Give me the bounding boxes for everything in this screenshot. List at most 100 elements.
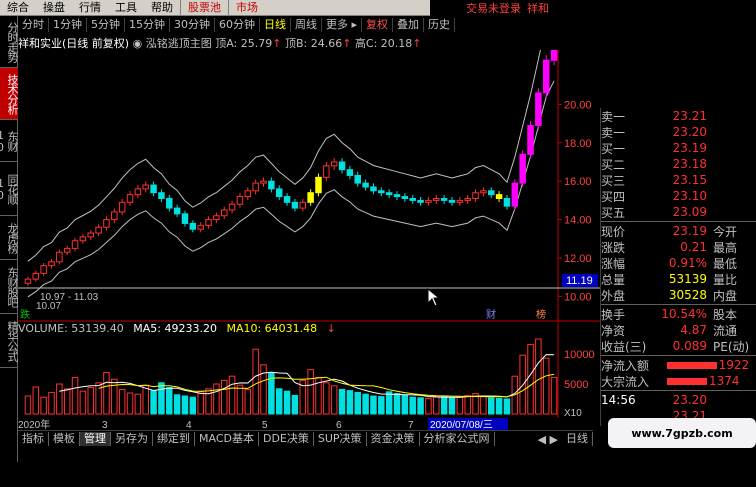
kline-grid	[557, 50, 562, 320]
period-more[interactable]: 更多 ▸	[322, 18, 363, 32]
fund-flows: 净流入额 1922 大宗流入 1374	[601, 357, 756, 389]
order-book-row-label: 买一	[601, 141, 626, 156]
tab-bind-to[interactable]: 绑定到	[153, 432, 195, 446]
period-more-label: 更多	[326, 18, 348, 31]
period-daily[interactable]: 日线	[260, 18, 291, 32]
period-1min[interactable]: 1分钟	[49, 18, 87, 32]
trade-login-status[interactable]: 交易未登录	[466, 0, 521, 15]
candle-body	[244, 190, 252, 198]
restore-right-button[interactable]: 复权	[362, 18, 394, 32]
candle-body	[56, 251, 63, 263]
menu-item-help[interactable]: 帮助	[144, 0, 180, 15]
vtab-timeshare[interactable]: 分时走势	[0, 16, 18, 68]
volume-bar	[134, 393, 142, 415]
menu-item-stock-pool[interactable]: 股票池	[180, 0, 228, 15]
volume-ma-lines	[59, 354, 555, 398]
volume-bar	[393, 393, 401, 415]
volume-bar	[181, 395, 189, 415]
tab-macd[interactable]: MACD基本	[195, 432, 259, 446]
volume-axis: 10000 5000	[557, 320, 595, 418]
tab-save-as[interactable]: 另存为	[111, 432, 153, 446]
candle-body	[103, 219, 110, 228]
order-book-row: 买四 23.10	[601, 188, 756, 204]
sell-mark: 榜	[536, 308, 546, 320]
indicator-dropdown-icon[interactable]: ◉	[133, 37, 143, 49]
volume-bar	[48, 391, 55, 415]
volume-bar	[464, 394, 471, 415]
period-weekly[interactable]: 周线	[291, 18, 322, 32]
fundamental-row-right-label: 股本	[713, 307, 738, 322]
stat-row: 涨跌 0.21 最高	[601, 239, 756, 255]
order-book-row-value: 23.19	[672, 141, 707, 155]
stat-row-right-label: 最低	[713, 256, 738, 271]
order-book-row-label: 买三	[601, 173, 626, 188]
vtab-dragon-tiger[interactable]: 龙虎榜	[0, 216, 18, 260]
volume-bar	[527, 343, 534, 415]
order-book-row: 卖一 23.20	[601, 124, 756, 140]
vtab-ths-f10[interactable]: 同花顺10	[0, 162, 18, 216]
history-button[interactable]: 历史	[424, 18, 456, 32]
tab-dde[interactable]: DDE决策	[259, 432, 314, 446]
candle-body	[32, 272, 40, 280]
volume-bar	[150, 390, 157, 415]
volume-bar	[79, 390, 87, 415]
kline-chart[interactable]: 20.00 18.00 16.00 14.00 12.00 10.00 11.19 10.…	[18, 50, 600, 320]
tab-formula-web[interactable]: 分析家公式网	[420, 432, 495, 446]
stat-row-right-label: 内盘	[713, 288, 738, 303]
period-toolbar: 分时 1分钟 5分钟 15分钟 30分钟 60分钟 日线 周线 更多 ▸ 复权 …	[18, 16, 456, 34]
tab-template[interactable]: 模板	[49, 432, 80, 446]
vtab-eastmoney-f10[interactable]: 东财10	[0, 120, 18, 162]
vtab-technical-analysis[interactable]: 技术分析	[0, 68, 18, 120]
fundamental-row-right-label: 流通	[713, 323, 738, 338]
volume-bar	[456, 396, 464, 415]
volume-bar	[275, 388, 283, 415]
volume-bar	[32, 386, 40, 415]
volume-bar	[205, 388, 212, 415]
volume-bar	[111, 378, 118, 415]
trade-extra-link[interactable]: 祥和	[527, 0, 549, 15]
tab-manage[interactable]: 管理	[80, 432, 111, 446]
volume-bar	[24, 395, 32, 415]
menu-item-general[interactable]: 综合	[0, 0, 36, 15]
period-15min[interactable]: 15分钟	[125, 18, 170, 32]
order-book-row: 买五 23.09	[601, 204, 756, 220]
order-book-row-label: 买二	[601, 157, 626, 172]
divider	[601, 390, 756, 391]
overlay-button[interactable]: 叠加	[393, 18, 425, 32]
period-30min[interactable]: 30分钟	[170, 18, 215, 32]
volume-bar	[158, 382, 165, 415]
menu-item-tools[interactable]: 工具	[108, 0, 144, 15]
tab-indicator[interactable]: 指标	[18, 432, 49, 446]
current-price-label: 11.19	[566, 275, 593, 287]
period-5min[interactable]: 5分钟	[87, 18, 125, 32]
period-timeshare[interactable]: 分时	[18, 18, 49, 32]
order-book-row: 买三 23.15	[601, 172, 756, 188]
vtab-eastmoney-forum[interactable]: 东财股吧	[0, 260, 18, 314]
top-b-value: 顶B: 24.66	[284, 37, 343, 49]
order-book-row-value: 23.15	[672, 173, 707, 187]
tab-fund[interactable]: 资金决策	[367, 432, 420, 446]
stat-row-right-label: 今开	[713, 224, 738, 239]
period-60min[interactable]: 60分钟	[215, 18, 260, 32]
tab-sup[interactable]: SUP决策	[314, 432, 367, 446]
stat-row-value: 53139	[668, 272, 707, 286]
indicator-name[interactable]: 泓铭逃顶主图	[146, 37, 212, 49]
candle-body	[221, 209, 228, 217]
volume-bar	[236, 384, 244, 415]
menu-item-market[interactable]: 市场	[228, 0, 265, 15]
candle-body	[433, 197, 440, 201]
vtab-formulas[interactable]: 精华公式	[0, 314, 18, 368]
tab-scroll-arrows[interactable]: ◀ ▶	[534, 433, 562, 446]
quote-fundamentals: 换手 10.54% 股本 净资 4.87 流通 收益(三) 0.089 PE(动)	[601, 306, 756, 354]
menu-item-trading[interactable]: 操盘	[36, 0, 72, 15]
up-arrow-icon: ↑	[342, 37, 352, 49]
candle-body	[425, 199, 432, 203]
candle-body	[338, 161, 346, 171]
menu-item-quotes[interactable]: 行情	[72, 0, 108, 15]
candle-body	[519, 153, 526, 184]
order-book-row-label: 买五	[601, 205, 626, 220]
price-tick-label: 10.00	[564, 291, 592, 303]
volume-bar	[440, 396, 448, 415]
candle-body	[63, 247, 71, 253]
candle-body	[260, 180, 267, 184]
